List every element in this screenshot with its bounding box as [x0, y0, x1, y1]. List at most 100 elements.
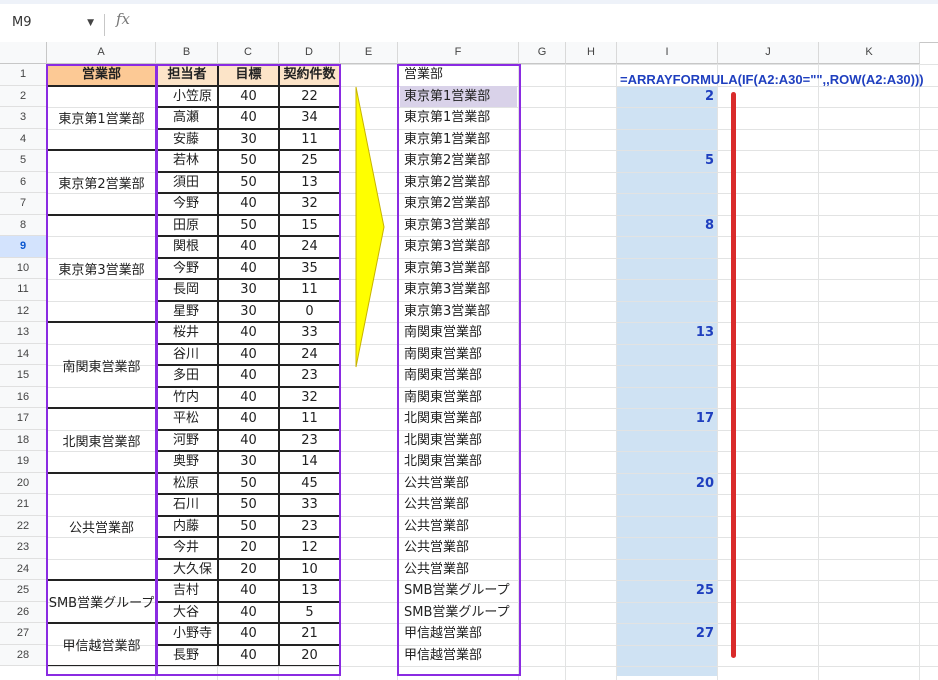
col-f-cell[interactable]: 東京第1営業部 [400, 107, 517, 129]
row-header-8[interactable]: 8 [0, 214, 47, 236]
column-header-i[interactable]: I [617, 42, 718, 64]
target-cell[interactable]: 50 [218, 171, 279, 193]
col-f-cell[interactable]: 東京第2営業部 [400, 193, 517, 215]
col-f-cell[interactable]: 公共営業部 [400, 494, 517, 516]
column-header-d[interactable]: D [279, 42, 340, 64]
person-cell[interactable]: 須田 [156, 171, 218, 193]
contracts-cell[interactable]: 12 [279, 537, 340, 559]
dept-merged-cell[interactable]: 甲信越営業部 [47, 623, 156, 666]
contracts-cell[interactable]: 32 [279, 193, 340, 215]
column-header-a[interactable]: A [47, 42, 156, 64]
person-cell[interactable]: 内藤 [156, 515, 218, 537]
person-cell[interactable]: 今井 [156, 537, 218, 559]
contracts-cell[interactable]: 0 [279, 300, 340, 322]
column-header-h[interactable]: H [566, 42, 617, 64]
person-cell[interactable]: 小笠原 [156, 85, 218, 107]
row-header-1[interactable]: 1 [0, 64, 47, 86]
column-header-c[interactable]: C [218, 42, 279, 64]
contracts-cell[interactable]: 22 [279, 85, 340, 107]
row-header-22[interactable]: 22 [0, 515, 47, 537]
target-cell[interactable]: 40 [218, 644, 279, 666]
person-cell[interactable]: 竹内 [156, 386, 218, 408]
col-i-cell[interactable]: 2 [617, 86, 718, 108]
row-header-12[interactable]: 12 [0, 300, 47, 322]
person-cell[interactable]: 高瀬 [156, 107, 218, 129]
contracts-cell[interactable]: 23 [279, 429, 340, 451]
person-cell[interactable]: 星野 [156, 300, 218, 322]
target-cell[interactable]: 50 [218, 494, 279, 516]
col-f-cell[interactable]: 東京第3営業部 [400, 258, 517, 280]
person-cell[interactable]: 奥野 [156, 451, 218, 473]
person-cell[interactable]: 関根 [156, 236, 218, 258]
target-cell[interactable]: 40 [218, 601, 279, 623]
col-f-cell[interactable]: 東京第3営業部 [400, 301, 517, 323]
target-cell[interactable]: 30 [218, 300, 279, 322]
col-f-cell[interactable]: 東京第3営業部 [400, 236, 517, 258]
col-f-cell[interactable]: 公共営業部 [400, 516, 517, 538]
row-header-17[interactable]: 17 [0, 408, 47, 430]
row-header-2[interactable]: 2 [0, 85, 47, 107]
person-cell[interactable]: 今野 [156, 193, 218, 215]
col-f-cell[interactable]: SMB営業グループ [400, 602, 517, 624]
dept-merged-cell[interactable]: 北関東営業部 [47, 408, 156, 473]
col-f-cell[interactable]: 南関東営業部 [400, 322, 517, 344]
contracts-cell[interactable]: 33 [279, 322, 340, 344]
dept-merged-cell[interactable]: 東京第3営業部 [47, 214, 156, 322]
target-cell[interactable]: 50 [218, 515, 279, 537]
target-cell[interactable]: 30 [218, 128, 279, 150]
column-header-k[interactable]: K [819, 42, 920, 64]
row-header-24[interactable]: 24 [0, 558, 47, 580]
contracts-cell[interactable]: 13 [279, 171, 340, 193]
row-header-5[interactable]: 5 [0, 150, 47, 172]
contracts-cell[interactable]: 23 [279, 365, 340, 387]
dept-merged-cell[interactable]: 東京第2営業部 [47, 150, 156, 215]
person-cell[interactable]: 田原 [156, 214, 218, 236]
col-f-cell[interactable]: 東京第3営業部 [400, 215, 517, 237]
contracts-cell[interactable]: 11 [279, 408, 340, 430]
contracts-cell[interactable]: 25 [279, 150, 340, 172]
contracts-cell[interactable]: 23 [279, 515, 340, 537]
col-f-cell[interactable]: 東京第1営業部 [400, 85, 517, 107]
person-cell[interactable]: 大谷 [156, 601, 218, 623]
target-cell[interactable]: 40 [218, 343, 279, 365]
row-header-14[interactable]: 14 [0, 343, 47, 365]
target-cell[interactable]: 40 [218, 107, 279, 129]
column-header-e[interactable]: E [340, 42, 398, 64]
person-cell[interactable]: 長岡 [156, 279, 218, 301]
target-cell[interactable]: 20 [218, 558, 279, 580]
target-cell[interactable]: 30 [218, 279, 279, 301]
contracts-cell[interactable]: 13 [279, 580, 340, 602]
row-header-28[interactable]: 28 [0, 644, 47, 666]
target-cell[interactable]: 30 [218, 451, 279, 473]
contracts-cell[interactable]: 20 [279, 644, 340, 666]
select-all-corner[interactable] [0, 42, 47, 64]
target-cell[interactable]: 40 [218, 429, 279, 451]
person-cell[interactable]: 多田 [156, 365, 218, 387]
target-cell[interactable]: 40 [218, 257, 279, 279]
dept-merged-cell[interactable]: 公共営業部 [47, 472, 156, 580]
row-header-13[interactable]: 13 [0, 322, 47, 344]
name-box[interactable]: M9 ▼ [0, 8, 100, 38]
column-header-j[interactable]: J [718, 42, 819, 64]
row-header-18[interactable]: 18 [0, 429, 47, 451]
target-cell[interactable]: 40 [218, 193, 279, 215]
contracts-cell[interactable]: 35 [279, 257, 340, 279]
target-cell[interactable]: 40 [218, 580, 279, 602]
col-f-cell[interactable]: SMB営業グループ [400, 580, 517, 602]
row-header-16[interactable]: 16 [0, 386, 47, 408]
column-header-f[interactable]: F [398, 42, 519, 64]
row-header-21[interactable]: 21 [0, 494, 47, 516]
person-cell[interactable]: 平松 [156, 408, 218, 430]
col-f-cell[interactable]: 南関東営業部 [400, 344, 517, 366]
col-f-cell[interactable]: 東京第2営業部 [400, 150, 517, 172]
col-f-cell[interactable]: 公共営業部 [400, 473, 517, 495]
col-f-cell[interactable]: 北関東営業部 [400, 408, 517, 430]
col-f-cell[interactable]: 甲信越営業部 [400, 645, 517, 667]
target-cell[interactable]: 50 [218, 214, 279, 236]
row-header-27[interactable]: 27 [0, 623, 47, 645]
col-i-cell[interactable]: 27 [617, 623, 718, 645]
col-i-cell[interactable]: 25 [617, 580, 718, 602]
column-header-b[interactable]: B [156, 42, 218, 64]
row-header-10[interactable]: 10 [0, 257, 47, 279]
target-cell[interactable]: 40 [218, 85, 279, 107]
